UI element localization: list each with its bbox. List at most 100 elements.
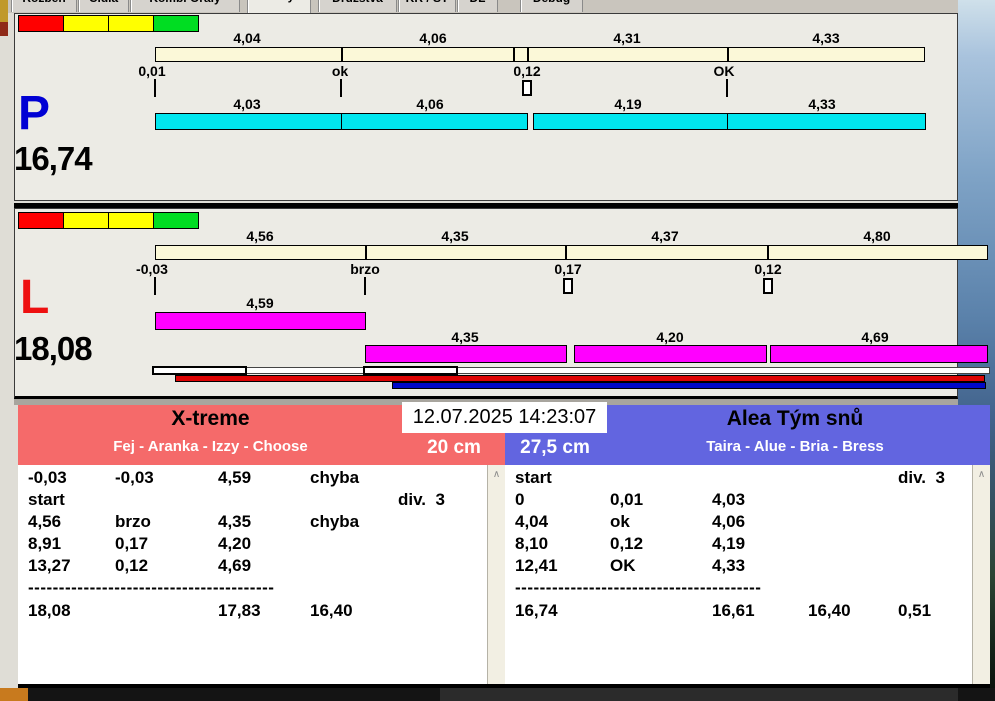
l-mark-label: 0,17	[554, 261, 582, 277]
table-cell: -0,03	[115, 468, 154, 487]
table-divider: ----------------------------------------	[515, 578, 762, 597]
table-cell: -0,03	[28, 468, 67, 487]
p-bar-label: 4,19	[614, 96, 642, 112]
progress-bar-red	[175, 375, 985, 382]
p-mark-label: 0,12	[513, 63, 541, 79]
table-cell: OK	[610, 556, 636, 575]
p-scale-label: 4,33	[812, 30, 840, 46]
tab-kr-st[interactable]: KR / ST	[398, 0, 456, 12]
table-cell: 0,12	[115, 556, 149, 575]
table-cell: 4,03	[712, 490, 746, 509]
table-cell: 0	[515, 490, 525, 509]
p-bar-label: 4,33	[808, 96, 836, 112]
p-scale-divider	[727, 48, 729, 61]
team-right-name: Alea Tým snů	[726, 407, 864, 430]
table-cell: div. 3	[898, 468, 945, 487]
scroll-up-icon[interactable]: ∧	[488, 469, 505, 480]
table-cell: start	[515, 468, 552, 487]
light-green	[153, 212, 199, 229]
scroll-up-icon[interactable]: ∧	[973, 469, 990, 480]
p-bar-label: 4,03	[233, 96, 261, 112]
p-tick-mark	[340, 79, 342, 97]
l-scale-divider	[767, 246, 769, 259]
l-segment-bar	[155, 312, 366, 330]
light-yellow-1	[63, 212, 109, 229]
l-mark-label: 0,12	[754, 261, 782, 277]
table-cell: 0,17	[115, 534, 149, 553]
right-table-scrollbar[interactable]: ∧	[972, 465, 990, 684]
l-mark-label: -0,03	[136, 261, 168, 277]
table-cell: 4,06	[712, 512, 746, 531]
team-right-members: Taira - Alue - Bria - Bress	[706, 438, 884, 455]
p-mark-label: OK	[713, 63, 735, 79]
p-error-box	[522, 80, 532, 96]
tab-dl[interactable]: DL	[457, 0, 498, 12]
wallpaper-left-red	[0, 22, 8, 36]
l-error-box	[563, 278, 573, 294]
l-scale-label: 4,80	[863, 228, 891, 244]
tab-rozbeh[interactable]: Rozběh	[11, 0, 77, 12]
light-red	[18, 15, 64, 32]
team-left-members: Fej - Aranka - Izzy - Choose	[113, 438, 308, 455]
tab-debug[interactable]: Debug	[520, 0, 583, 12]
p-bar-label: 4,06	[416, 96, 444, 112]
l-scale-divider	[365, 246, 367, 259]
light-yellow-2	[108, 212, 154, 229]
p-scale-label: 4,06	[419, 30, 447, 46]
l-total-time: 18,08	[14, 330, 93, 367]
left-table-scrollbar[interactable]: ∧	[487, 465, 505, 684]
p-segment-bar	[727, 113, 926, 130]
p-mark-label: 0,01	[138, 63, 166, 79]
footer-orange-block	[0, 688, 28, 701]
traffic-light-p	[18, 15, 199, 32]
table-cell: 8,10	[515, 534, 549, 553]
progress-bar-blue	[392, 382, 986, 389]
footer-grey-segment	[440, 688, 958, 701]
l-scale-label: 4,37	[651, 228, 679, 244]
p-scale-label: 4,04	[233, 30, 261, 46]
p-scale-divider	[527, 48, 529, 61]
tab-oraly[interactable]: Orály	[247, 0, 311, 13]
p-tick-mark	[154, 79, 156, 97]
table-total: 16,74	[515, 601, 558, 620]
p-total-time: 16,74	[14, 140, 93, 177]
tab-kombi-oraly[interactable]: Kombi Orály	[130, 0, 240, 12]
team-right-height-category: 27,5 cm	[520, 437, 590, 458]
table-cell: chyba	[310, 468, 360, 487]
table-cell: brzo	[115, 512, 151, 531]
table-cell: 0,01	[610, 490, 644, 509]
p-scale-divider	[341, 48, 343, 61]
team-left-name: X-treme	[171, 407, 250, 430]
light-yellow-2	[108, 15, 154, 32]
p-segment-bar	[533, 113, 728, 130]
table-cell: 4,56	[28, 512, 62, 531]
p-mark-label: ok	[331, 63, 349, 79]
table-total: 16,61	[712, 601, 755, 620]
l-tick-mark	[364, 277, 366, 295]
l-letter: L	[20, 271, 50, 324]
table-cell: 4,04	[515, 512, 549, 531]
l-scale-label: 4,56	[246, 228, 274, 244]
table-total: 16,40	[808, 601, 851, 620]
traffic-light-l	[18, 212, 199, 229]
team-left-height-category: 20 cm	[427, 437, 481, 458]
p-tick-mark	[726, 79, 728, 97]
l-bar-label: 4,20	[656, 329, 684, 345]
p-scale-label: 4,31	[613, 30, 641, 46]
l-tick-mark	[154, 277, 156, 295]
table-cell: start	[28, 490, 65, 509]
l-segment-bar	[574, 345, 767, 363]
table-divider: ----------------------------------------	[28, 578, 275, 597]
tab-druzstva[interactable]: Družstva	[318, 0, 397, 12]
table-cell: 4,69	[218, 556, 252, 575]
table-cell: 13,27	[28, 556, 71, 575]
table-cell: 4,35	[218, 512, 252, 531]
l-segment-bar	[770, 345, 988, 363]
l-scale-label: 4,35	[441, 228, 469, 244]
table-cell: 0,12	[610, 534, 644, 553]
l-scale-divider	[565, 246, 567, 259]
wallpaper-left-top	[0, 0, 8, 22]
progress-segment-outline	[152, 366, 247, 375]
light-green	[153, 15, 199, 32]
tab-cidla[interactable]: Čidla	[78, 0, 129, 12]
